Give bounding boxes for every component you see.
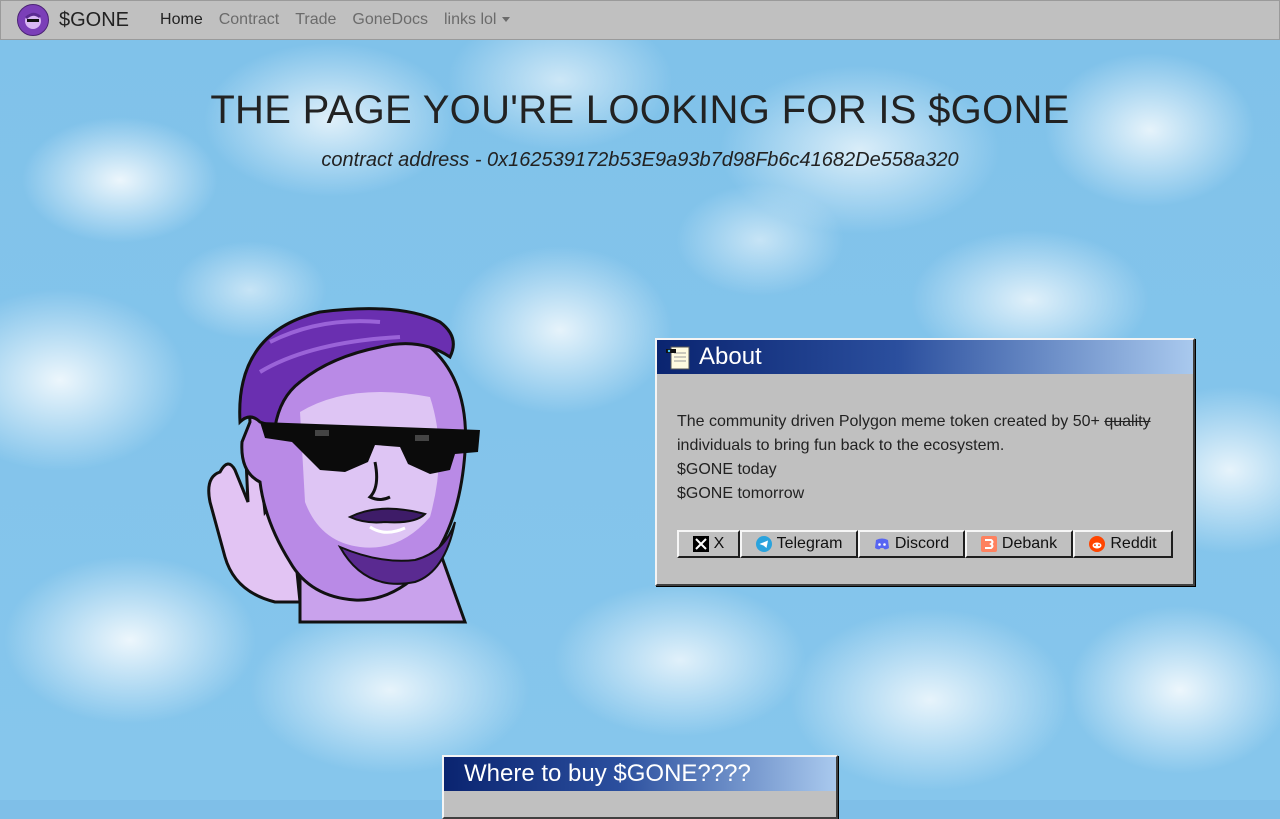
reddit-icon (1089, 536, 1106, 552)
about-strikethrough-word: quality (1104, 413, 1151, 430)
discord-button[interactable]: Discord (858, 530, 965, 558)
about-line-1: The community driven Polygon meme token … (677, 410, 1173, 434)
nav-gonedocs[interactable]: GoneDocs (344, 11, 436, 29)
nav-links-dropdown[interactable]: links lol (436, 11, 518, 29)
top-navbar: $GONE Home Contract Trade GoneDocs links… (0, 0, 1280, 40)
nav-home[interactable]: Home (152, 11, 211, 29)
nav-links: Home Contract Trade GoneDocs links lol (152, 11, 518, 29)
about-line-2: individuals to bring fun back to the eco… (677, 437, 1005, 454)
debank-button-label: Debank (1001, 535, 1058, 552)
about-line-3: $GONE today (677, 461, 777, 478)
discord-icon (874, 538, 889, 550)
where-to-buy-title: Where to buy $GONE???? (464, 760, 751, 787)
brand-link[interactable]: $GONE (17, 4, 129, 36)
mascot-illustration (207, 307, 480, 624)
reddit-button-label: Reddit (1110, 535, 1157, 552)
nav-links-dropdown-label: links lol (443, 11, 497, 28)
about-window: About The community driven Polygon meme … (655, 338, 1195, 586)
reddit-button[interactable]: Reddit (1073, 530, 1173, 558)
x-logo-icon (692, 536, 709, 552)
about-title-bar: About (657, 340, 1193, 374)
about-line-4: $GONE tomorrow (677, 485, 805, 502)
about-title: About (699, 343, 762, 370)
brand-name: $GONE (59, 8, 130, 31)
where-to-buy-title-bar: Where to buy $GONE???? (444, 757, 836, 791)
telegram-icon (755, 536, 772, 552)
about-body: The community driven Polygon meme token … (657, 374, 1193, 558)
x-button[interactable]: X (677, 530, 740, 558)
x-button-label: X (713, 535, 725, 552)
hero-title: THE PAGE YOU'RE LOOKING FOR IS $GONE (210, 88, 1070, 132)
discord-button-label: Discord (894, 535, 950, 552)
brand-logo-icon (17, 4, 49, 36)
debank-icon (980, 536, 997, 552)
telegram-button[interactable]: Telegram (740, 530, 858, 558)
contract-address: contract address - 0x162539172b53E9a93b7… (321, 149, 959, 171)
about-line-1-text: The community driven Polygon meme token … (677, 413, 1105, 430)
notepad-icon (666, 346, 690, 370)
social-buttons: X Telegram Discord Debank Reddit (677, 530, 1173, 558)
nav-trade[interactable]: Trade (287, 11, 344, 29)
nav-contract[interactable]: Contract (211, 11, 287, 29)
caret-down-icon (502, 17, 511, 23)
telegram-button-label: Telegram (776, 535, 843, 552)
where-to-buy-window: Where to buy $GONE???? (442, 755, 838, 819)
debank-button[interactable]: Debank (965, 530, 1073, 558)
